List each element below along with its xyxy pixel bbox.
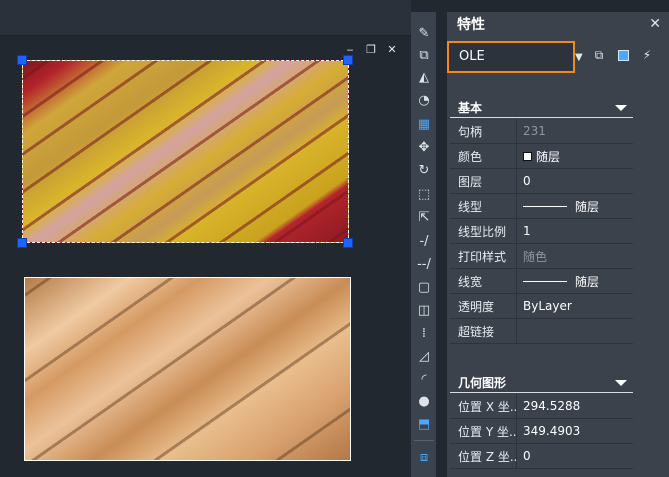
- restore-icon[interactable]: ❐: [365, 44, 377, 56]
- grip-bottom-right[interactable]: [343, 238, 353, 248]
- prop-value-lineweight: 随层: [517, 273, 599, 290]
- object-selector-row: OLE ▼ ⧉ ⚡: [447, 38, 669, 78]
- lineweight-sample: [523, 280, 567, 282]
- prop-label: 打印样式: [450, 244, 517, 268]
- prop-label: 位置 Y 坐...: [450, 419, 517, 443]
- prop-label: 线型: [450, 194, 517, 218]
- prop-value: ByLayer: [523, 299, 572, 313]
- select-objects-icon[interactable]: [614, 46, 632, 64]
- prop-value: 1: [523, 224, 531, 238]
- collapse-caret-icon[interactable]: [615, 379, 627, 386]
- modify-toolbar: ✎ ⧉ ◭ ◔ ▦ ✥ ↻ ⬚ ⇱ -/ --/ ▢ ◫ ⁞ ◿ ◜ ● ⬒ ⧈: [411, 12, 437, 477]
- prop-label: 线宽: [450, 269, 517, 293]
- prop-label: 位置 X 坐...: [450, 394, 517, 418]
- panel-header: 特性 ✕: [447, 12, 669, 36]
- toggle-pickadd-icon[interactable]: ⧉: [590, 46, 608, 64]
- panel-scrollbar[interactable]: [633, 107, 639, 477]
- grip-top-right[interactable]: [343, 55, 353, 65]
- trim-icon[interactable]: -/: [415, 232, 433, 250]
- prop-label: 句柄: [450, 119, 517, 143]
- fillet-icon[interactable]: ◜: [415, 370, 433, 388]
- app-window: ‒ ❐ ✕ ✎ ⧉ ◭ ◔ ▦ ✥ ↻ ⬚ ⇱ -/ --/ ▢ ◫ ⁞ ◿ ◜…: [0, 0, 669, 477]
- prop-row-linetype[interactable]: 线型 随层: [450, 194, 633, 219]
- blend-icon[interactable]: ⬒: [415, 415, 433, 433]
- prop-value: 231: [523, 124, 546, 138]
- linetype-sample: [523, 205, 567, 207]
- offset-icon[interactable]: ◔: [415, 91, 433, 109]
- prop-label: 超链接: [450, 319, 517, 343]
- prop-row-plot-style[interactable]: 打印样式 随色: [450, 244, 633, 269]
- draworder-icon[interactable]: ⧈: [415, 448, 433, 466]
- explode-icon[interactable]: ●: [415, 392, 433, 410]
- scale-icon[interactable]: ⬚: [415, 185, 433, 203]
- prop-value: 随色: [523, 249, 548, 264]
- properties-panel: 特性 ✕ OLE ▼ ⧉ ⚡ 基本 句柄 231 颜色 随层 图层 0 线型 随…: [447, 12, 669, 477]
- rotate-icon[interactable]: ↻: [415, 161, 433, 179]
- prop-value: 0: [523, 174, 531, 188]
- prop-value-text: 随层: [575, 199, 600, 214]
- break-at-point-icon[interactable]: ▢: [415, 278, 433, 296]
- panel-title: 特性: [457, 17, 485, 33]
- prop-row-layer[interactable]: 图层 0: [450, 169, 633, 194]
- section-geometry[interactable]: 几何图形: [450, 373, 633, 393]
- chevron-down-icon[interactable]: ▼: [575, 52, 585, 63]
- eraser-icon[interactable]: ✎: [415, 24, 433, 42]
- mirror-icon[interactable]: ◭: [415, 68, 433, 86]
- copy-icon[interactable]: ⧉: [415, 46, 433, 64]
- prop-value-text: 随层: [575, 274, 600, 289]
- top-toolbar-strip: [0, 0, 411, 36]
- color-swatch: [523, 151, 532, 161]
- toolbar-divider: [414, 440, 434, 441]
- object-type-select[interactable]: OLE: [447, 41, 575, 73]
- array-icon[interactable]: ▦: [415, 115, 433, 133]
- prop-value: 294.5288: [523, 399, 581, 413]
- prop-row-hyperlink[interactable]: 超链接: [450, 319, 633, 344]
- break-icon[interactable]: ◫: [415, 301, 433, 319]
- prop-row-transparency[interactable]: 透明度 ByLayer: [450, 294, 633, 319]
- extend-icon[interactable]: --/: [415, 255, 433, 273]
- prop-value: 0: [523, 449, 531, 463]
- prop-value: 349.4903: [523, 424, 581, 438]
- move-icon[interactable]: ✥: [415, 138, 433, 156]
- prop-label: 透明度: [450, 294, 517, 318]
- prop-label: 线型比例: [450, 219, 517, 243]
- grip-bottom-left[interactable]: [17, 238, 27, 248]
- close-icon[interactable]: ✕: [386, 44, 398, 56]
- section-title: 几何图形: [458, 376, 507, 390]
- prop-row-position-z[interactable]: 位置 Z 坐... 0: [450, 444, 633, 469]
- prop-row-position-y[interactable]: 位置 Y 坐... 349.4903: [450, 419, 633, 444]
- ole-object-selected[interactable]: [22, 60, 349, 243]
- prop-row-color[interactable]: 颜色 随层: [450, 144, 633, 169]
- section-basic[interactable]: 基本: [450, 98, 633, 118]
- quick-select-icon[interactable]: ⚡: [638, 46, 656, 64]
- prop-label: 图层: [450, 169, 517, 193]
- prop-value-linetype: 随层: [517, 198, 599, 215]
- chamfer-icon[interactable]: ◿: [415, 347, 433, 365]
- prop-row-lineweight[interactable]: 线宽 随层: [450, 269, 633, 294]
- prop-row-position-x[interactable]: 位置 X 坐... 294.5288: [450, 394, 633, 419]
- prop-label: 颜色: [450, 144, 517, 168]
- prop-row-linetype-scale[interactable]: 线型比例 1: [450, 219, 633, 244]
- prop-row-handle[interactable]: 句柄 231: [450, 119, 633, 144]
- prop-value-color: 随层: [517, 148, 560, 165]
- collapse-caret-icon[interactable]: [615, 104, 627, 111]
- panel-close-icon[interactable]: ✕: [649, 16, 661, 32]
- grip-top-left[interactable]: [17, 55, 27, 65]
- section-title: 基本: [458, 101, 483, 115]
- stretch-icon[interactable]: ⇱: [415, 208, 433, 226]
- prop-value-text: 随层: [536, 149, 561, 164]
- prop-label: 位置 Z 坐...: [450, 444, 517, 468]
- ole-object-image[interactable]: [24, 277, 351, 461]
- join-icon[interactable]: ⁞: [415, 324, 433, 342]
